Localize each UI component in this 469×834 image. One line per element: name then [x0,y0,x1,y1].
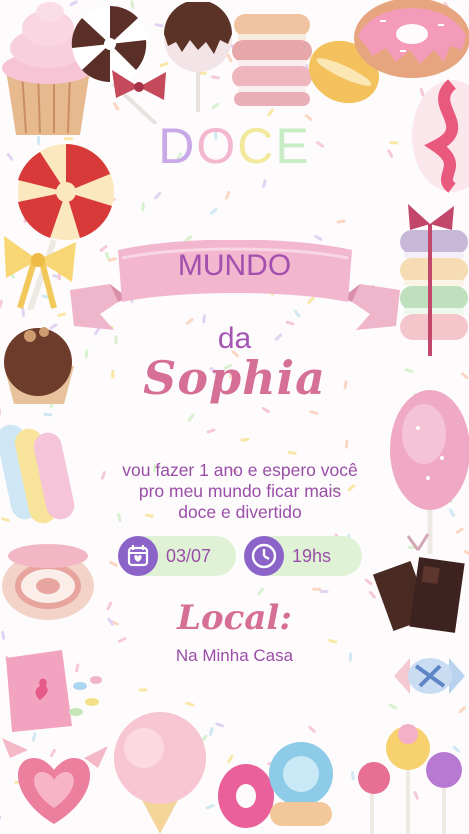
sprinkle [109,560,118,567]
sprinkle [141,202,145,212]
title-letter: O [196,118,238,174]
sprinkle [287,450,297,455]
sprinkle [100,471,106,480]
time-pill: 19hs [244,536,362,576]
sprinkle [185,701,195,707]
sprinkle [209,207,218,215]
sprinkle [267,108,274,117]
sprinkle [57,312,67,317]
location-value: Na Minha Casa [175,646,294,665]
banner-text: MUNDO [177,249,292,282]
sprinkle [138,688,148,692]
sprinkle [257,587,264,596]
title-letter: E [275,118,311,174]
calendar-icon [118,536,158,576]
sprinkle [312,587,322,591]
sprinkle [336,219,346,224]
lollipops-bottom-right [358,724,462,834]
sprinkle [43,412,53,417]
sprinkle [308,725,316,733]
title-letter: C [237,118,276,174]
sprinkle [262,179,267,188]
invitation-message: vou fazer 1 ano e espero você pro meu mu… [122,460,358,522]
sprinkle [319,589,329,594]
sprinkle [344,439,349,449]
sprinkle [240,437,250,442]
sprinkle [215,722,225,728]
invitation-card: DOCE MUNDO da Sophia vou fazer 1 ano e e… [0,0,469,834]
sprinkle [154,191,162,200]
clock-icon [244,536,284,576]
macaron-blue [269,742,333,826]
cake-pop-chocolate [164,2,232,112]
time-value: 19hs [292,546,332,566]
title-letter: D [158,118,197,174]
sprinkle [187,413,195,422]
child-name: Sophia [143,351,326,405]
location-heading: Local: [177,598,292,638]
date-value: 03/07 [166,546,212,566]
title-doce: DOCE [0,118,469,174]
cotton-candy-cone [114,712,206,834]
sprinkle [224,191,231,200]
date-pill: 03/07 [118,536,236,576]
marshmallow-twist [0,424,75,524]
sprinkle [309,410,319,415]
sprinkle [206,428,216,434]
candy-heart-wrapped [2,738,108,824]
